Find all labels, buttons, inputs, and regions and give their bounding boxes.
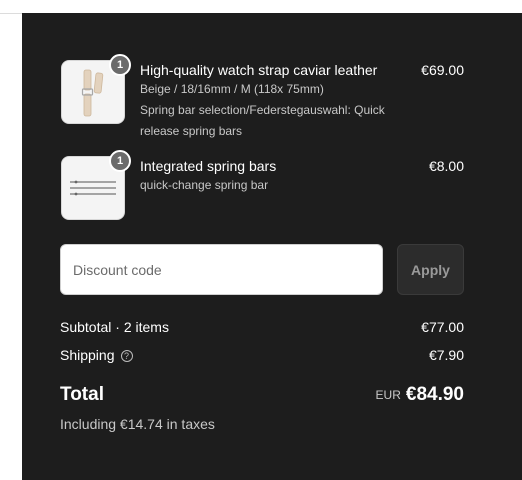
- subtotal-value: €77.00: [421, 319, 464, 335]
- item-name: High-quality watch strap caviar leather: [140, 62, 378, 78]
- item-details: High-quality watch strap caviar leather …: [140, 60, 400, 142]
- item-variant: quick-change spring bar: [140, 178, 269, 192]
- item-price: €69.00: [421, 62, 464, 78]
- item-details: Integrated spring bars quick-change spri…: [140, 156, 400, 196]
- total-value: EUR €84.90: [376, 384, 464, 406]
- shipping-label-wrap: Shipping?: [60, 346, 133, 364]
- quantity-badge: 1: [109, 150, 131, 172]
- item-price: €8.00: [428, 158, 464, 174]
- divider: [0, 13, 22, 14]
- total-label: Total: [60, 384, 104, 405]
- subtotal-label: Subtotal · 2 items: [60, 319, 169, 335]
- item-name: Integrated spring bars: [140, 158, 277, 174]
- item-option: Spring bar selection/Federstegauswahl: Q…: [140, 103, 385, 117]
- taxes-note: Including €14.74 in taxes: [60, 416, 215, 432]
- line-item: 1 Integrated spring bars quick-change sp…: [61, 150, 464, 220]
- currency-code: EUR: [375, 388, 401, 402]
- discount-code-input[interactable]: [60, 244, 383, 295]
- line-item: 1 High-quality watch strap caviar leathe…: [61, 54, 464, 142]
- help-icon[interactable]: ?: [120, 350, 133, 362]
- item-variant: Beige / 18/16mm / M (118x 75mm): [140, 82, 324, 96]
- total-amount: €84.90: [405, 384, 464, 405]
- item-option: release spring bars: [140, 124, 243, 138]
- apply-discount-button[interactable]: Apply: [397, 244, 464, 295]
- shipping-label: Shipping: [60, 347, 115, 363]
- page-left-area: [0, 0, 22, 480]
- order-summary-panel: 1 High-quality watch strap caviar leathe…: [22, 13, 522, 480]
- quantity-badge: 1: [109, 54, 131, 76]
- shipping-value: €7.90: [428, 347, 464, 363]
